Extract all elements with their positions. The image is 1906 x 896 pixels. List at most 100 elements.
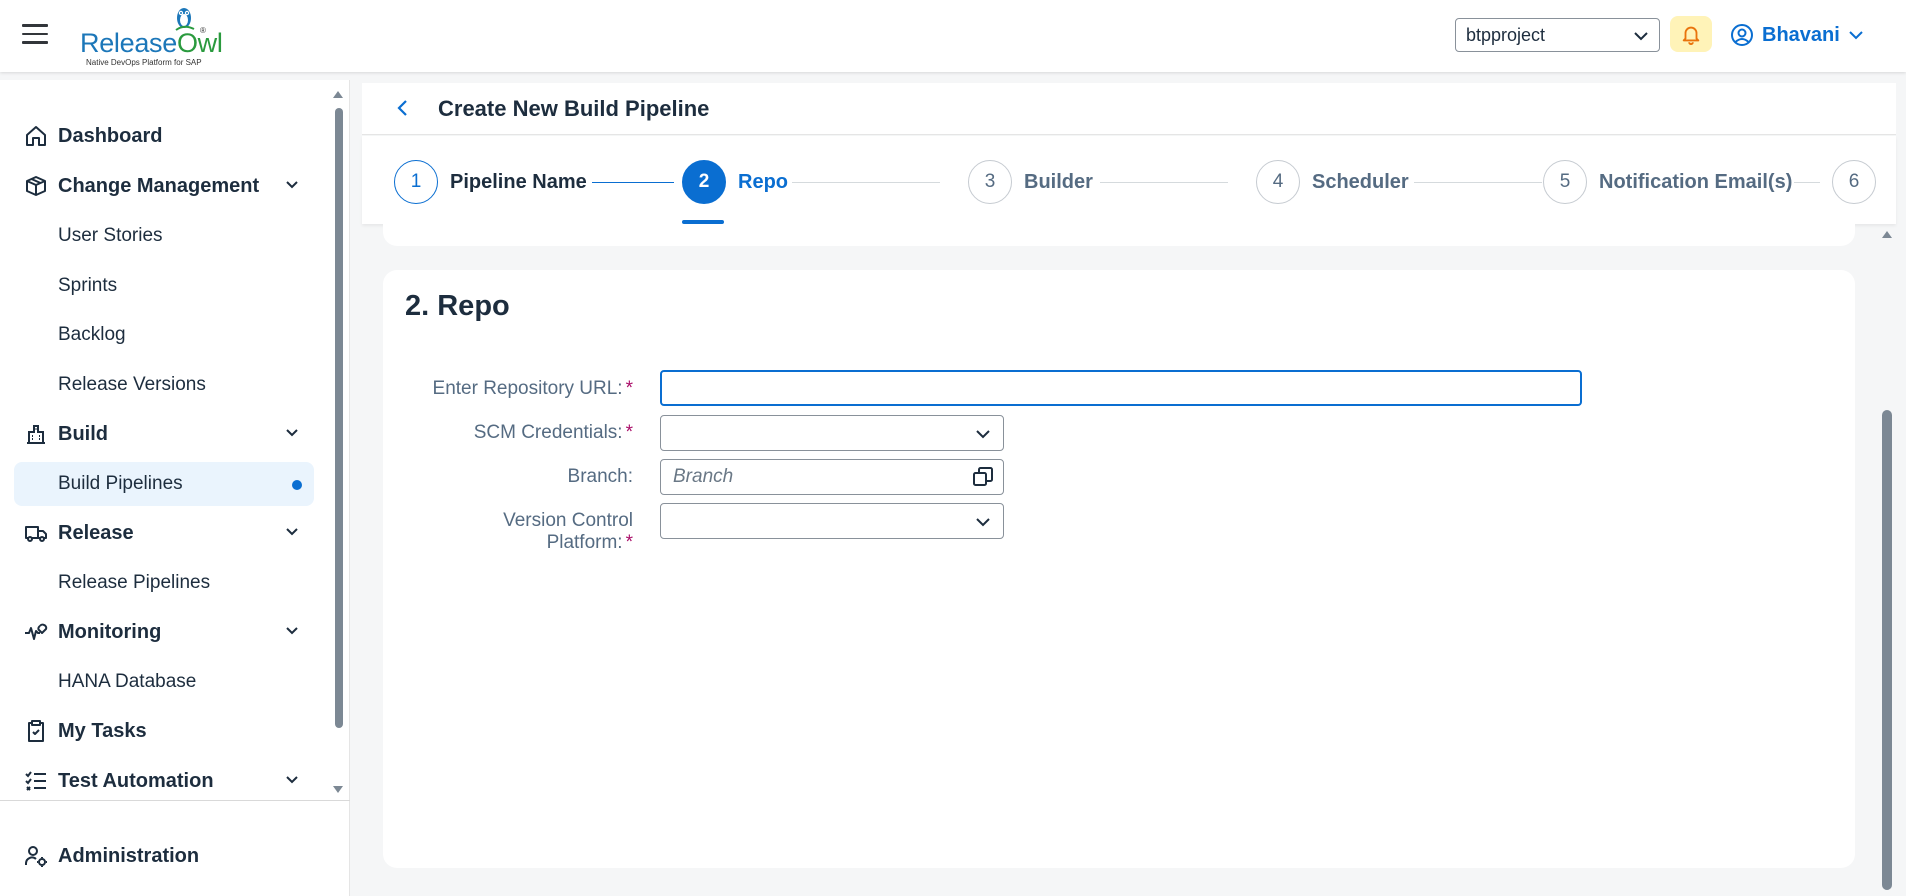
back-arrow-icon[interactable]: [392, 97, 414, 119]
sidebar-item-hana-database[interactable]: HANA Database: [14, 660, 314, 704]
step-connector: [1414, 182, 1542, 183]
sidebar-item-label: Build Pipelines: [58, 473, 183, 494]
branch-label: Branch:: [567, 466, 633, 487]
chevron-down-icon: [976, 518, 990, 527]
step-number: 3: [968, 160, 1012, 204]
wizard-step-scheduler[interactable]: 4 Scheduler: [1256, 160, 1409, 204]
sidebar-item-change-management[interactable]: Change Management: [14, 164, 314, 208]
menu-icon[interactable]: [22, 24, 48, 46]
sidebar-item-backlog[interactable]: Backlog: [14, 313, 314, 357]
user-circle-icon: [1731, 24, 1753, 46]
chevron-down-icon: [286, 776, 298, 784]
step-number: 4: [1256, 160, 1300, 204]
sidebar-item-sprints[interactable]: Sprints: [14, 264, 314, 308]
wizard-step-repo[interactable]: 2 Repo: [682, 160, 788, 204]
logo-registered-mark: ®: [200, 26, 206, 35]
repo-section-card: 2. Repo Enter Repository URL: * SCM Crede…: [383, 270, 1855, 868]
page-header: Create New Build Pipeline: [362, 83, 1896, 135]
sidebar-scrollbar-thumb[interactable]: [335, 108, 343, 728]
sidebar-item-administration[interactable]: Administration: [14, 834, 314, 878]
sidebar-item-label: My Tasks: [58, 719, 147, 742]
sidebar-item-release-pipelines[interactable]: Release Pipelines: [14, 561, 314, 605]
sidebar-item-label: Release Pipelines: [58, 572, 211, 593]
copy-icon[interactable]: [972, 466, 994, 488]
step-number: 2: [682, 160, 726, 204]
page-title: Create New Build Pipeline: [438, 96, 710, 121]
sidebar-item-build-pipelines[interactable]: Build Pipelines: [14, 462, 314, 506]
sidebar-item-test-automation[interactable]: Test Automation: [14, 759, 314, 803]
scroll-down-arrow-icon: [333, 786, 343, 793]
sidebar-item-label: Release: [58, 521, 134, 544]
step-label: Builder: [1024, 170, 1093, 193]
clipboard-icon: [28, 720, 44, 742]
sidebar-item-label: Dashboard: [58, 124, 163, 147]
sidebar-item-label: Backlog: [58, 324, 126, 345]
sidebar-item-my-tasks[interactable]: My Tasks: [14, 709, 314, 753]
chevron-down-icon: [286, 627, 298, 635]
sidebar: Dashboard Change Management User Stories…: [0, 80, 350, 896]
sidebar-item-label: Build: [58, 422, 108, 445]
sidebar-item-label: Administration: [58, 844, 200, 867]
active-indicator-dot: [292, 480, 302, 490]
notifications-button[interactable]: [1670, 16, 1712, 52]
sidebar-item-label: Sprints: [58, 275, 118, 296]
step-connector: [792, 182, 940, 183]
step-connector: [1100, 182, 1228, 183]
sidebar-item-label: Change Management: [58, 174, 260, 197]
scroll-up-arrow-icon: [333, 91, 343, 98]
step-number: 6: [1832, 160, 1876, 204]
chevron-down-icon: [286, 528, 298, 536]
sidebar-item-monitoring[interactable]: Monitoring: [14, 610, 314, 654]
scroll-up-arrow-icon: [1882, 231, 1892, 238]
chevron-down-icon: [286, 429, 298, 437]
project-select[interactable]: btpproject: [1455, 18, 1660, 52]
project-select-value: btpproject: [1466, 25, 1546, 45]
chevron-down-icon: [1849, 31, 1863, 40]
user-name: Bhavani: [1762, 23, 1840, 46]
section-title: 2. Repo: [405, 290, 510, 322]
step-connector: [1794, 182, 1820, 183]
top-bar: ReleaseOwl ® Native DevOps Platform for …: [0, 0, 1906, 72]
content-scrollbar-thumb[interactable]: [1882, 410, 1892, 890]
step-number: 5: [1543, 160, 1587, 204]
wizard-step-pipeline-name[interactable]: 1 Pipeline Name: [394, 160, 587, 204]
truck-icon: [25, 526, 47, 542]
sidebar-item-label: User Stories: [58, 225, 163, 246]
required-marker: *: [625, 422, 633, 443]
releaseowl-logo[interactable]: ReleaseOwl ® Native DevOps Platform for …: [78, 2, 223, 68]
step-label: Repo: [738, 170, 788, 193]
wizard-step-notification-emails[interactable]: 5 Notification Email(s): [1543, 160, 1792, 204]
sidebar-item-label: Monitoring: [58, 620, 162, 643]
home-icon: [26, 126, 46, 146]
sidebar-item-label: HANA Database: [58, 671, 197, 692]
step-label: Scheduler: [1312, 170, 1409, 193]
building-icon: [27, 425, 45, 444]
required-marker: *: [625, 378, 633, 399]
scm-credentials-select[interactable]: [660, 415, 1004, 451]
repo-url-label: Enter Repository URL: *: [432, 378, 633, 399]
wizard-step-builder[interactable]: 3 Builder: [968, 160, 1093, 204]
wizard-step-6[interactable]: 6: [1832, 160, 1876, 204]
sidebar-item-build[interactable]: Build: [14, 412, 314, 456]
vcs-platform-select[interactable]: [660, 503, 1004, 539]
scm-credentials-label: SCM Credentials: *: [473, 422, 633, 443]
wizard-progress-bar: 1 Pipeline Name 2 Repo 3 Builder 4 Sched…: [362, 136, 1896, 224]
vcs-platform-label: Version Control Platform: *: [503, 510, 633, 553]
sidebar-item-release-versions[interactable]: Release Versions: [14, 363, 314, 407]
step-label: Notification Email(s): [1599, 170, 1793, 193]
user-gear-icon: [25, 846, 47, 867]
user-menu-button[interactable]: Bhavani: [1730, 18, 1864, 52]
step-number: 1: [394, 160, 438, 204]
bell-icon: [1682, 26, 1700, 45]
box-icon: [26, 176, 46, 196]
repo-url-input[interactable]: [660, 370, 1582, 406]
step-connector: [592, 182, 674, 183]
sidebar-item-user-stories[interactable]: User Stories: [14, 214, 314, 258]
sidebar-item-label: Test Automation: [58, 769, 214, 792]
chevron-down-icon: [286, 181, 298, 189]
previous-section-card: [383, 224, 1855, 246]
sidebar-item-release[interactable]: Release: [14, 511, 314, 555]
branch-input[interactable]: [660, 459, 1004, 495]
logo-tagline: Native DevOps Platform for SAP: [86, 58, 202, 67]
sidebar-item-dashboard[interactable]: Dashboard: [14, 114, 314, 158]
